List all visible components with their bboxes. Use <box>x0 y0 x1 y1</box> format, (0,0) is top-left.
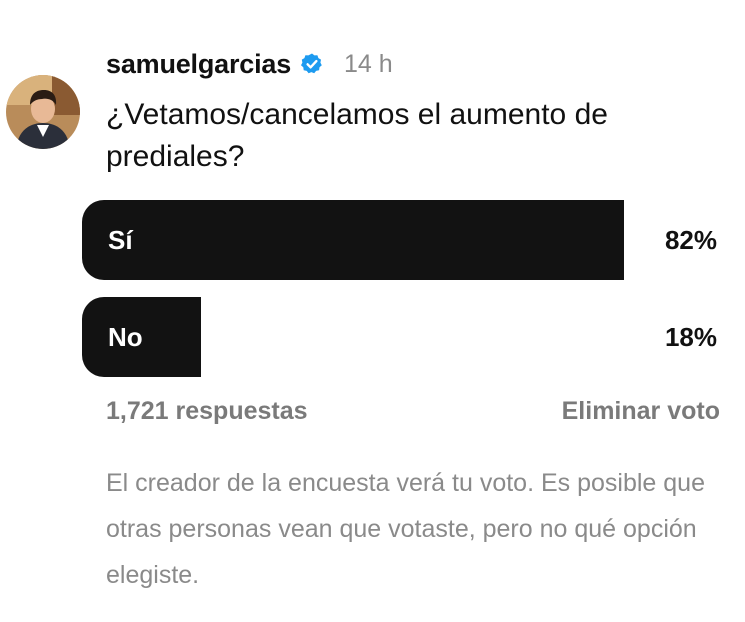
poll-option-si[interactable]: Sí 82% <box>82 200 727 280</box>
verified-badge-icon <box>300 52 324 76</box>
post-timestamp: 14 h <box>344 49 393 78</box>
poll-question: ¿Vetamos/cancelamos el aumento de predia… <box>106 98 608 173</box>
poll-option-label: Sí <box>108 225 133 255</box>
remove-vote-button[interactable]: Eliminar voto <box>562 397 720 426</box>
poll-option-percent: 18% <box>664 322 717 352</box>
poll-option-no[interactable]: No 18% <box>82 297 727 377</box>
post-header: samuelgarcias 14 h <box>106 44 393 84</box>
username[interactable]: samuelgarcias <box>106 49 291 80</box>
poll-option-label: No <box>108 322 143 352</box>
poll-bar-si <box>82 200 625 280</box>
vote-visibility-notice: El creador de la encuesta verá tu voto. … <box>106 469 705 589</box>
avatar[interactable] <box>6 75 80 149</box>
avatar-image <box>6 75 80 149</box>
response-count: 1,721 respuestas <box>106 397 308 425</box>
poll-option-percent: 82% <box>664 225 717 255</box>
